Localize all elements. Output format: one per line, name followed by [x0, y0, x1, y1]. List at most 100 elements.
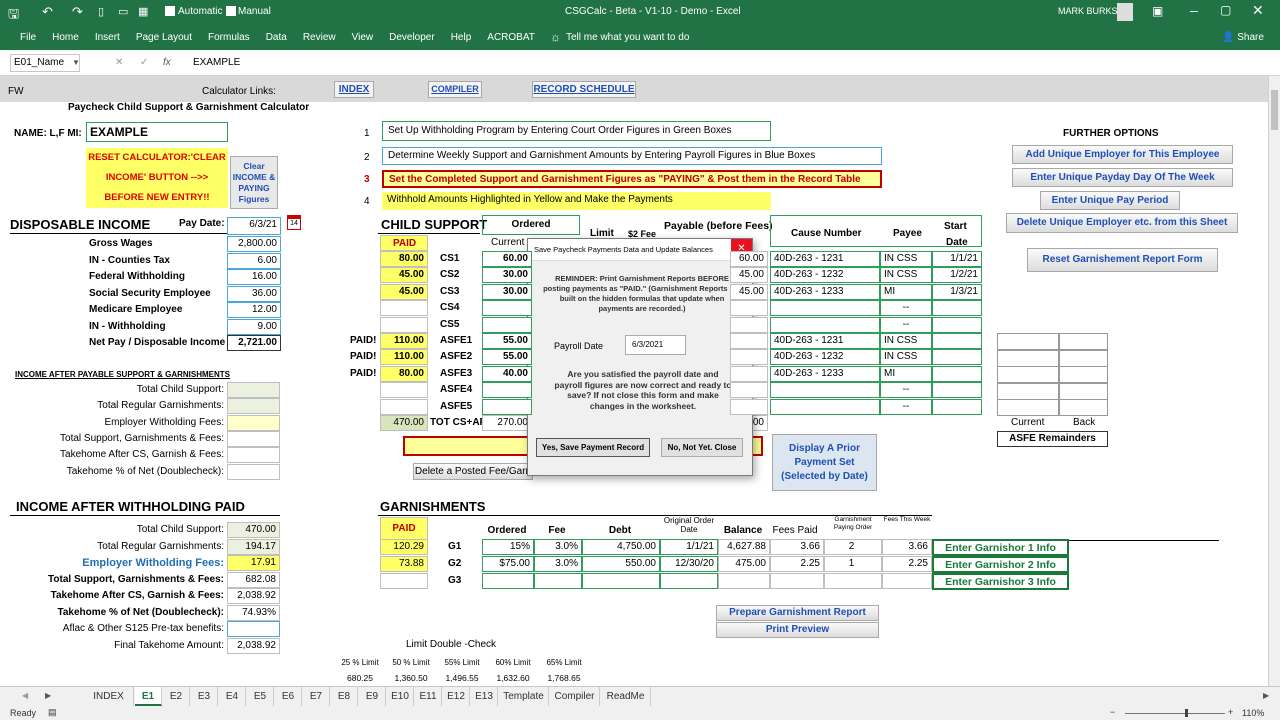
cs-payee-cell[interactable]: IN CSS: [880, 267, 932, 284]
tab-compiler[interactable]: Compiler: [550, 687, 600, 706]
zoom-thumb[interactable]: [1185, 709, 1188, 717]
tab-e5[interactable]: E5: [247, 687, 274, 706]
garnish-debt-cell[interactable]: 550.00: [582, 556, 660, 572]
hscroll-right-icon[interactable]: ▶: [1263, 691, 1269, 700]
tab-scroll-left-icon[interactable]: ◀: [22, 691, 28, 700]
compiler-link[interactable]: COMPILER: [428, 81, 482, 98]
garnish-fee-cell[interactable]: 3.0%: [534, 556, 582, 572]
tab-e2[interactable]: E2: [163, 687, 190, 706]
garnish-orig-cell[interactable]: 1/1/21: [660, 539, 718, 555]
ribbon-tab-insert[interactable]: Insert: [95, 26, 120, 50]
disposable-row-value[interactable]: 2,800.00: [227, 236, 281, 252]
cs-start-cell[interactable]: [932, 349, 982, 366]
cs-current-cell[interactable]: [482, 398, 532, 415]
cs-cause-cell[interactable]: [770, 316, 880, 333]
delete-unique-employer-button[interactable]: Delete Unique Employer etc. from this Sh…: [1006, 213, 1238, 233]
cs-cause-cell[interactable]: 40D-263 - 1231: [770, 251, 880, 267]
garnish-fee-cell[interactable]: [534, 573, 582, 589]
manual-checkbox[interactable]: [226, 6, 236, 16]
clear-income-button[interactable]: Clear INCOME & PAYING Figures: [230, 156, 278, 209]
disposable-row-value[interactable]: 16.00: [227, 269, 281, 285]
undo-icon[interactable]: ↶: [42, 4, 53, 20]
cs-current-cell[interactable]: [482, 382, 532, 399]
enter-icon[interactable]: ✓: [140, 57, 148, 68]
disposable-row-value[interactable]: 6.00: [227, 252, 281, 269]
iaw-row-value[interactable]: [227, 621, 280, 637]
employee-name-field[interactable]: EXAMPLE: [86, 122, 228, 142]
ribbon-tab-home[interactable]: Home: [52, 26, 79, 50]
zoom-slider[interactable]: [1125, 713, 1225, 714]
garnish-orig-cell[interactable]: 12/30/20: [660, 556, 718, 572]
cs-cause-cell[interactable]: [770, 382, 880, 399]
close-icon[interactable]: ✕: [1252, 2, 1264, 19]
automatic-checkbox[interactable]: [165, 6, 175, 16]
new-file-icon[interactable]: ▯: [98, 5, 104, 18]
cs-cause-cell[interactable]: 40D-263 - 1233: [770, 283, 880, 300]
cs-payee-cell[interactable]: IN CSS: [880, 251, 932, 267]
cs-cause-cell[interactable]: [770, 300, 880, 317]
cs-start-cell[interactable]: 1/2/21: [932, 267, 982, 284]
cs-payee-cell[interactable]: IN CSS: [880, 333, 932, 349]
tab-e6[interactable]: E6: [275, 687, 302, 706]
share-button[interactable]: 👤 Share: [1222, 32, 1264, 43]
cs-payee-cell[interactable]: --: [880, 316, 932, 333]
cs-current-cell[interactable]: [482, 316, 532, 333]
tab-e11[interactable]: E11: [415, 687, 442, 706]
ribbon-tab-acrobat[interactable]: ACROBAT: [487, 26, 535, 50]
unique-payday-button[interactable]: Enter Unique Payday Day Of The Week: [1012, 168, 1233, 187]
cs-cause-cell[interactable]: 40D-263 - 1232: [770, 349, 880, 366]
reset-garnishment-report-button[interactable]: Reset Garnishement Report Form: [1027, 248, 1218, 272]
record-schedule-link[interactable]: RECORD SCHEDULE: [532, 81, 636, 98]
ribbon-tab-page-layout[interactable]: Page Layout: [136, 26, 192, 50]
delete-posted-button[interactable]: Delete a Posted Fee/Garn: [413, 463, 533, 480]
display-prior-payment-button[interactable]: Display A Prior Payment Set (Selected by…: [772, 434, 877, 491]
tab-e8[interactable]: E8: [331, 687, 358, 706]
ribbon-tab-help[interactable]: Help: [451, 26, 472, 50]
scroll-thumb[interactable]: [1271, 90, 1278, 130]
cancel-icon[interactable]: ✕: [115, 57, 123, 68]
cs-cause-cell[interactable]: 40D-263 - 1231: [770, 333, 880, 349]
ribbon-tab-review[interactable]: Review: [303, 26, 336, 50]
cs-payee-cell[interactable]: --: [880, 382, 932, 399]
garnish-ordered-cell[interactable]: 15%: [482, 539, 534, 555]
cs-payee-cell[interactable]: MI: [880, 283, 932, 300]
cs-cause-cell[interactable]: 40D-263 - 1233: [770, 365, 880, 382]
enter-garnishor-1-button[interactable]: Enter Garnishor 1 Info: [932, 539, 1069, 556]
tab-scroll-right-icon[interactable]: ▶: [45, 691, 51, 700]
redo-icon[interactable]: ↷: [72, 4, 83, 20]
tab-e4[interactable]: E4: [219, 687, 246, 706]
tab-e12[interactable]: E12: [443, 687, 470, 706]
cs-cause-cell[interactable]: [770, 398, 880, 415]
fx-icon[interactable]: fx: [163, 57, 171, 68]
tell-me-box[interactable]: Tell me what you want to do: [566, 32, 689, 43]
cs-start-cell[interactable]: [932, 365, 982, 382]
yes-save-button[interactable]: Yes, Save Payment Record: [536, 438, 650, 457]
print-preview-button[interactable]: Print Preview: [716, 622, 879, 638]
index-link[interactable]: INDEX: [334, 81, 374, 98]
disposable-row-value[interactable]: 12.00: [227, 302, 281, 318]
cs-start-cell[interactable]: 1/1/21: [932, 251, 982, 267]
cs-start-cell[interactable]: [932, 382, 982, 399]
ribbon-tab-data[interactable]: Data: [266, 26, 287, 50]
cs-current-cell[interactable]: 30.00: [482, 267, 532, 284]
cs-current-cell[interactable]: 55.00: [482, 333, 532, 349]
garnish-orig-cell[interactable]: [660, 573, 718, 589]
tab-e3[interactable]: E3: [191, 687, 218, 706]
cs-start-cell[interactable]: [932, 316, 982, 333]
tab-e10[interactable]: E10: [387, 687, 414, 706]
cs-payee-cell[interactable]: --: [880, 300, 932, 317]
cs-start-cell[interactable]: [932, 333, 982, 349]
garnish-debt-cell[interactable]: [582, 573, 660, 589]
unique-pay-period-button[interactable]: Enter Unique Pay Period: [1040, 191, 1180, 210]
tab-template[interactable]: Template: [499, 687, 549, 706]
cs-cause-cell[interactable]: 40D-263 - 1232: [770, 267, 880, 284]
vertical-scrollbar[interactable]: [1268, 76, 1280, 686]
garnish-ordered-cell[interactable]: [482, 573, 534, 589]
maximize-icon[interactable]: ▢: [1220, 3, 1231, 17]
tab-index[interactable]: INDEX: [84, 687, 134, 706]
tab-readme[interactable]: ReadMe: [601, 687, 651, 706]
cs-start-cell[interactable]: [932, 398, 982, 415]
calendar-icon[interactable]: 14: [287, 215, 301, 230]
garnish-ordered-cell[interactable]: $75.00: [482, 556, 534, 572]
open-folder-icon[interactable]: ▭: [118, 5, 128, 18]
